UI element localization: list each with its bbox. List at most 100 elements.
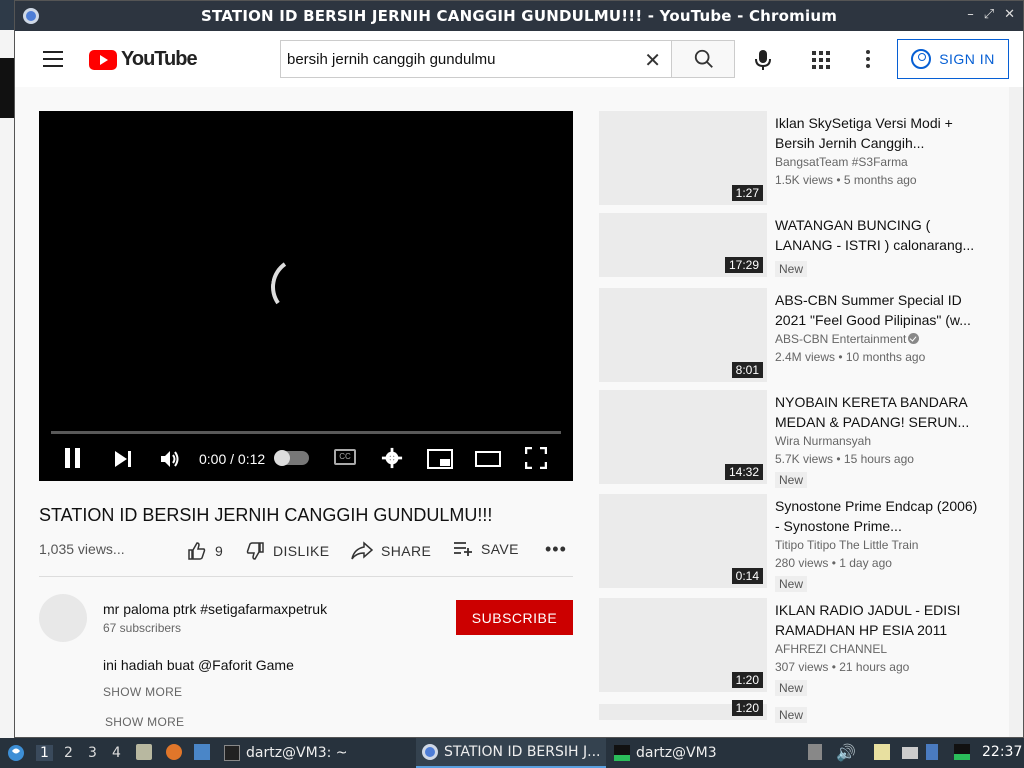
maximize-icon[interactable]: ⤢ bbox=[984, 7, 994, 22]
voice-search-button[interactable] bbox=[753, 49, 773, 75]
video-player[interactable]: 0:00 / 0:12 CC bbox=[39, 111, 573, 481]
keyboard-layout-icon[interactable] bbox=[808, 744, 822, 760]
theater-mode-icon[interactable] bbox=[475, 449, 501, 469]
subscribe-button[interactable]: SUBSCRIBE bbox=[456, 600, 573, 635]
progress-bar[interactable] bbox=[51, 431, 561, 434]
recommendation-item[interactable]: 17:29 WATANGAN BUNCING ( LANANG - ISTRI )… bbox=[599, 213, 999, 277]
verified-check-icon bbox=[908, 333, 920, 344]
search-query[interactable]: bersih jernih canggih gundulmu bbox=[287, 51, 495, 68]
share-icon bbox=[351, 541, 373, 560]
notification-icon[interactable] bbox=[926, 744, 938, 760]
recommendation-thumbnail[interactable]: 1:27 bbox=[599, 111, 767, 205]
chromium-task-icon bbox=[422, 744, 438, 760]
share-button[interactable]: SHARE bbox=[351, 541, 431, 561]
workspace-3[interactable]: 3 bbox=[88, 745, 97, 761]
task-chromium[interactable]: STATION ID BERSIH J... bbox=[416, 738, 606, 768]
show-more-button[interactable]: SHOW MORE bbox=[103, 685, 182, 699]
clear-search-icon[interactable]: ✕ bbox=[644, 48, 661, 72]
pause-button[interactable] bbox=[65, 448, 85, 471]
save-button[interactable]: SAVE bbox=[453, 541, 519, 557]
recommendation-item[interactable]: 8:01 ABS-CBN Summer Special ID 2021 "Feel… bbox=[599, 288, 999, 382]
recommendation-thumbnail[interactable]: 17:29 bbox=[599, 213, 767, 277]
close-icon[interactable]: ✕ bbox=[1004, 7, 1015, 22]
recommendation-item[interactable]: 14:32 NYOBAIN KERETA BANDARA MEDAN & PADA… bbox=[599, 390, 999, 488]
volume-icon[interactable] bbox=[159, 448, 181, 470]
more-actions-icon[interactable]: ••• bbox=[545, 539, 567, 560]
channel-avatar[interactable] bbox=[39, 594, 87, 642]
share-label: SHARE bbox=[381, 543, 432, 559]
recommendation-channel[interactable]: ABS-CBN Entertainment bbox=[775, 332, 920, 346]
search-button[interactable] bbox=[671, 40, 735, 78]
view-count[interactable]: 1,035 views... bbox=[39, 541, 125, 557]
workspace-2[interactable]: 2 bbox=[64, 745, 73, 761]
recommendation-channel[interactable]: BangsatTeam #S3Farma bbox=[775, 155, 908, 169]
sign-in-label: SIGN IN bbox=[939, 51, 995, 67]
window-titlebar[interactable]: STATION ID BERSIH JERNIH CANGGIH GUNDULM… bbox=[15, 1, 1023, 31]
channel-label: ABS-CBN Entertainment bbox=[775, 332, 907, 346]
recommendation-title[interactable]: ABS-CBN Summer Special ID 2021 "Feel Goo… bbox=[775, 290, 981, 330]
recommendation-channel[interactable]: Titipo Titipo The Little Train bbox=[775, 538, 918, 552]
search-icon bbox=[694, 49, 713, 68]
workspace-4[interactable]: 4 bbox=[112, 745, 121, 761]
file-manager-icon[interactable] bbox=[136, 744, 152, 760]
fullscreen-icon[interactable] bbox=[525, 447, 547, 469]
settings-gear-icon[interactable] bbox=[381, 447, 403, 469]
recommendation-item[interactable]: 1:20 IKLAN RADIO JADUL - EDISI RAMADHAN H… bbox=[599, 598, 999, 696]
recommendation-thumbnail[interactable]: 0:14 bbox=[599, 494, 767, 588]
show-desktop-icon[interactable] bbox=[194, 744, 210, 760]
task-terminal[interactable]: dartz@VM3: ~ bbox=[224, 738, 348, 768]
autoplay-toggle[interactable] bbox=[274, 450, 309, 466]
recommendation-item[interactable]: 1:20 New bbox=[599, 700, 999, 723]
recommendation-thumbnail[interactable]: 1:20 bbox=[599, 700, 767, 720]
recommendation-meta: 280 views • 1 day ago bbox=[775, 556, 892, 570]
volume-tray-icon[interactable]: 🔊 bbox=[836, 743, 856, 762]
network-icon[interactable] bbox=[902, 747, 918, 759]
video-actions-row: 1,035 views... 9 DISLIKE SHARE SAVE ••• bbox=[39, 539, 573, 565]
search-input[interactable]: bersih jernih canggih gundulmu ✕ bbox=[280, 40, 672, 78]
divider bbox=[39, 576, 573, 577]
start-menu-icon[interactable] bbox=[6, 743, 26, 763]
workspace-1[interactable]: 1 bbox=[36, 745, 53, 761]
recommendation-title[interactable]: Iklan SkySetiga Versi Modi + Bersih Jern… bbox=[775, 113, 981, 153]
recommendation-title[interactable]: IKLAN RADIO JADUL - EDISI RAMADHAN HP ES… bbox=[775, 600, 981, 640]
recommendation-title[interactable]: WATANGAN BUNCING ( LANANG - ISTRI ) calo… bbox=[775, 215, 981, 255]
recommendation-channel[interactable]: Wira Nurmansyah bbox=[775, 434, 871, 448]
channel-name[interactable]: mr paloma ptrk #setigafarmaxpetruk bbox=[103, 601, 327, 617]
youtube-play-icon bbox=[89, 49, 117, 70]
clipboard-icon[interactable] bbox=[874, 744, 890, 760]
minimize-icon[interactable]: – bbox=[967, 7, 974, 22]
dislike-button[interactable]: DISLIKE bbox=[245, 541, 330, 561]
clock: 22:37 bbox=[982, 744, 1023, 760]
recommendation-thumbnail[interactable]: 8:01 bbox=[599, 288, 767, 382]
sign-in-button[interactable]: SIGN IN bbox=[897, 39, 1009, 79]
settings-kebab-icon[interactable] bbox=[866, 50, 870, 71]
show-more-button-secondary[interactable]: SHOW MORE bbox=[105, 715, 184, 729]
recommendation-item[interactable]: 0:14 Synostone Prime Endcap (2006) - Syno… bbox=[599, 494, 999, 592]
like-button[interactable]: 9 bbox=[187, 541, 223, 561]
next-icon[interactable] bbox=[113, 449, 133, 469]
recommendation-meta: 1.5K views • 5 months ago bbox=[775, 173, 917, 187]
miniplayer-icon[interactable] bbox=[427, 449, 453, 469]
recommendation-item[interactable]: 1:27 Iklan SkySetiga Versi Modi + Bersih … bbox=[599, 111, 999, 205]
page-scrollbar[interactable] bbox=[1009, 87, 1023, 737]
recommendation-channel[interactable]: AFHREZI CHANNEL bbox=[775, 642, 887, 656]
new-badge: New bbox=[775, 472, 808, 488]
recommendation-meta: 307 views • 21 hours ago bbox=[775, 660, 910, 674]
terminal-icon bbox=[224, 745, 240, 761]
thumbs-down-icon bbox=[246, 542, 264, 560]
recommendation-thumbnail[interactable]: 14:32 bbox=[599, 390, 767, 484]
captions-icon[interactable]: CC bbox=[334, 449, 356, 465]
firefox-icon[interactable] bbox=[166, 744, 182, 760]
youtube-logo[interactable]: YouTube bbox=[89, 48, 198, 71]
duration-badge: 1:27 bbox=[731, 185, 763, 201]
channel-label: Titipo Titipo The Little Train bbox=[775, 538, 919, 552]
cpu-monitor-icon[interactable] bbox=[954, 744, 970, 760]
task-system-monitor[interactable]: dartz@VM3 bbox=[614, 738, 717, 768]
menu-icon[interactable] bbox=[43, 51, 63, 67]
taskbar: 1 2 3 4 dartz@VM3: ~ STATION ID BERSIH J… bbox=[0, 738, 1024, 768]
channel-label: BangsatTeam #S3Farma bbox=[775, 155, 908, 169]
recommendation-title[interactable]: Synostone Prime Endcap (2006) - Synoston… bbox=[775, 496, 981, 536]
recommendation-title[interactable]: NYOBAIN KERETA BANDARA MEDAN & PADANG! S… bbox=[775, 392, 981, 432]
apps-grid-icon[interactable] bbox=[812, 51, 830, 69]
recommendation-thumbnail[interactable]: 1:20 bbox=[599, 598, 767, 692]
